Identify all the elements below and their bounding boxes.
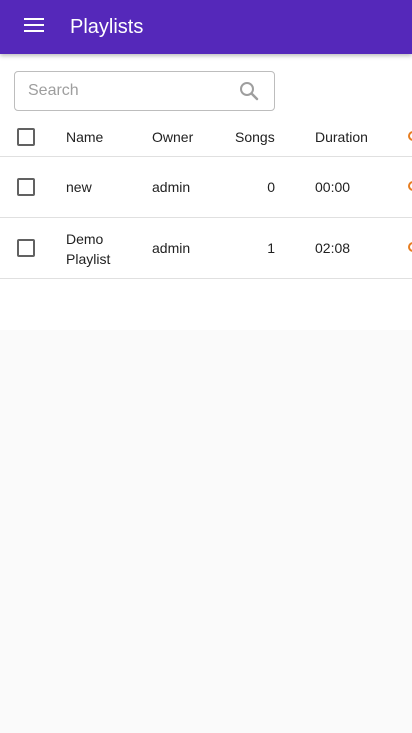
playlist-name: new — [66, 179, 92, 195]
row-checkbox[interactable] — [17, 178, 35, 196]
menu-button[interactable] — [14, 7, 54, 47]
playlist-song-count: 0 — [267, 179, 275, 195]
column-header-owner[interactable]: Owner — [152, 127, 193, 147]
table-row[interactable]: Demo Playlist admin 1 02:08 — [0, 218, 412, 279]
playlist-duration: 02:08 — [315, 240, 351, 256]
column-header-duration[interactable]: Duration — [315, 127, 368, 147]
clipped-column-icon — [408, 181, 412, 191]
search-input[interactable] — [28, 72, 233, 110]
clipped-column-icon — [408, 131, 412, 141]
table-row[interactable]: new admin 0 00:00 — [0, 157, 412, 218]
playlist-owner: admin — [152, 240, 191, 256]
playlist-name: Demo Playlist — [66, 231, 111, 267]
column-header-songs[interactable]: Songs — [235, 127, 275, 147]
search-icon[interactable] — [239, 81, 259, 101]
playlist-owner: admin — [152, 179, 191, 195]
playlist-duration: 00:00 — [315, 179, 351, 195]
playlist-list-card: Name Owner Songs Duration new admin 0 00… — [0, 54, 412, 330]
menu-icon — [24, 17, 44, 37]
app-bar: Playlists — [0, 0, 412, 54]
search-box[interactable] — [14, 71, 275, 111]
page-title: Playlists — [70, 16, 144, 38]
row-checkbox[interactable] — [17, 239, 35, 257]
column-header-name[interactable]: Name — [66, 127, 103, 147]
select-all-checkbox[interactable] — [17, 128, 35, 146]
playlist-song-count: 1 — [267, 240, 275, 256]
table-header: Name Owner Songs Duration — [0, 116, 412, 157]
clipped-column-icon — [408, 242, 412, 252]
